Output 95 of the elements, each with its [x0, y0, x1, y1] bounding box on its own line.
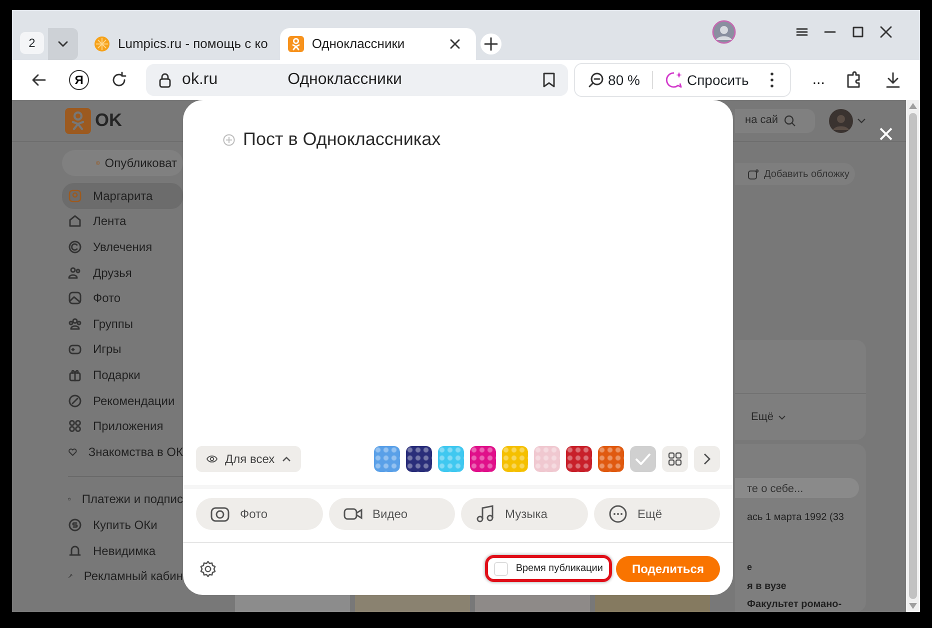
sidebar-item[interactable]: Лента	[62, 208, 183, 234]
sidebar-item[interactable]: Фото	[62, 285, 183, 311]
zoom-button[interactable]: 80 %	[579, 64, 649, 96]
sidebar-item[interactable]: Платежи и подпис	[62, 486, 183, 512]
caret-icon	[58, 41, 68, 47]
attach-button[interactable]: Ещё	[594, 498, 720, 530]
background-thumbnail[interactable]	[534, 446, 560, 472]
group-icon	[68, 316, 82, 331]
citrus-slice-icon	[94, 36, 110, 52]
background-thumbnail[interactable]	[598, 446, 624, 472]
tab-count[interactable]: 2	[20, 32, 44, 54]
logo-text: OK	[95, 109, 122, 132]
grid-icon	[668, 452, 682, 466]
background-thumbnail[interactable]	[502, 446, 528, 472]
sidebar-item[interactable]: Невидимка	[62, 538, 183, 564]
extension-icon[interactable]	[844, 71, 863, 89]
about-field[interactable]: те о себе...	[735, 478, 859, 498]
background-thumbnail[interactable]	[406, 446, 432, 472]
people-icon	[68, 266, 82, 280]
sidebar-item[interactable]: Подарки	[62, 362, 183, 388]
sidebar-item[interactable]: Рекламный кабин	[62, 563, 183, 589]
caret-icon	[778, 414, 786, 420]
download-icon[interactable]	[884, 71, 902, 89]
reload-icon[interactable]	[110, 71, 128, 89]
caret-up-icon	[282, 456, 291, 462]
zoom-out-icon	[588, 72, 604, 88]
attach-button[interactable]: Музыка	[461, 498, 588, 530]
search-field[interactable]: на сай	[735, 108, 815, 132]
grid-icon	[68, 419, 82, 434]
birthday-text: ась 1 марта 1992 (33	[746, 511, 845, 525]
sidebar-item[interactable]: Друзья	[62, 260, 183, 286]
share-button[interactable]: Поделиться	[616, 556, 720, 582]
avatar-icon[interactable]	[712, 20, 736, 44]
audience-button[interactable]: Для всех	[196, 446, 301, 472]
background-thumbnail[interactable]	[566, 446, 592, 472]
publish-button[interactable]: Опубликоват	[62, 150, 183, 176]
chevron-right-icon	[703, 453, 711, 465]
profile-icon	[68, 188, 82, 203]
gamepad-icon	[68, 342, 82, 356]
image-icon	[68, 291, 82, 306]
ok-logo-icon	[65, 108, 91, 134]
sidebar-item[interactable]: Увлечения	[62, 234, 183, 260]
schedule-checkbox[interactable]	[494, 562, 508, 576]
image-plus-icon	[748, 168, 759, 180]
attach-button[interactable]: Видео	[328, 498, 455, 530]
next-button[interactable]	[694, 446, 720, 472]
background-thumbnail[interactable]	[438, 446, 464, 472]
more-button[interactable]: ...	[802, 64, 834, 96]
more-button[interactable]: Ещё	[751, 408, 786, 426]
compass-icon	[68, 394, 82, 408]
eye-icon	[206, 454, 218, 464]
settings-icon[interactable]	[199, 560, 217, 578]
post-text-field[interactable]: Пост в Одноклассниках	[243, 126, 441, 153]
new-tab-icon[interactable]	[480, 33, 502, 55]
faculty-text: Факультет романо-	[746, 598, 843, 612]
sidebar-item[interactable]: Маргарита	[62, 183, 183, 209]
check-icon	[635, 453, 651, 465]
lock-icon	[158, 72, 172, 88]
bookmark-icon[interactable]	[542, 72, 556, 88]
sidebar-item[interactable]: Знакомства в ОК	[62, 438, 183, 465]
browser-tab[interactable]: Lumpics.ru - помощь с ко	[86, 28, 276, 60]
url-text: ok.ru	[182, 70, 218, 90]
address-bar[interactable]: ok.ru Одноклассники	[146, 64, 568, 96]
music-note-icon	[475, 504, 495, 524]
avatar-icon[interactable]	[829, 108, 853, 132]
attach-button[interactable]: Фото	[196, 498, 322, 530]
background-thumbnail[interactable]	[470, 446, 496, 472]
incognito-icon	[68, 544, 82, 558]
add-cover-button[interactable]: Добавить обложку	[735, 163, 855, 185]
search-icon	[784, 114, 796, 126]
gift-icon	[68, 368, 82, 382]
sidebar-item[interactable]: Группы	[62, 310, 183, 337]
page-title: Одноклассники	[288, 70, 402, 90]
info-text: е	[746, 561, 754, 574]
sidebar-item[interactable]: Игры	[62, 336, 183, 362]
sidebar-item[interactable]: Приложения	[62, 413, 183, 439]
sidebar-item[interactable]: Купить ОКи	[62, 512, 183, 538]
sparkle-chat-icon	[664, 71, 683, 89]
browser-logo[interactable]: Я	[69, 70, 90, 90]
ok-logo-icon	[288, 36, 304, 52]
close-icon[interactable]	[450, 39, 460, 49]
sidebar-item[interactable]: Рекомендации	[62, 388, 183, 414]
home-icon	[68, 214, 82, 228]
schedule-label[interactable]: Время публикации	[516, 561, 603, 576]
more-backgrounds-button[interactable]	[662, 446, 688, 472]
browser-tab[interactable]: Одноклассники	[280, 28, 476, 60]
caret-icon[interactable]	[857, 118, 866, 124]
background-thumbnail[interactable]	[374, 446, 400, 472]
more-circle-icon	[608, 504, 628, 524]
education-text: я в вузе	[746, 580, 788, 594]
scrollbar-thumb[interactable]	[909, 113, 917, 599]
tab-list-button[interactable]	[48, 28, 78, 60]
coin-icon	[68, 518, 82, 532]
c-circle-icon	[68, 240, 82, 254]
ask-button[interactable]: Спросить	[656, 64, 758, 96]
